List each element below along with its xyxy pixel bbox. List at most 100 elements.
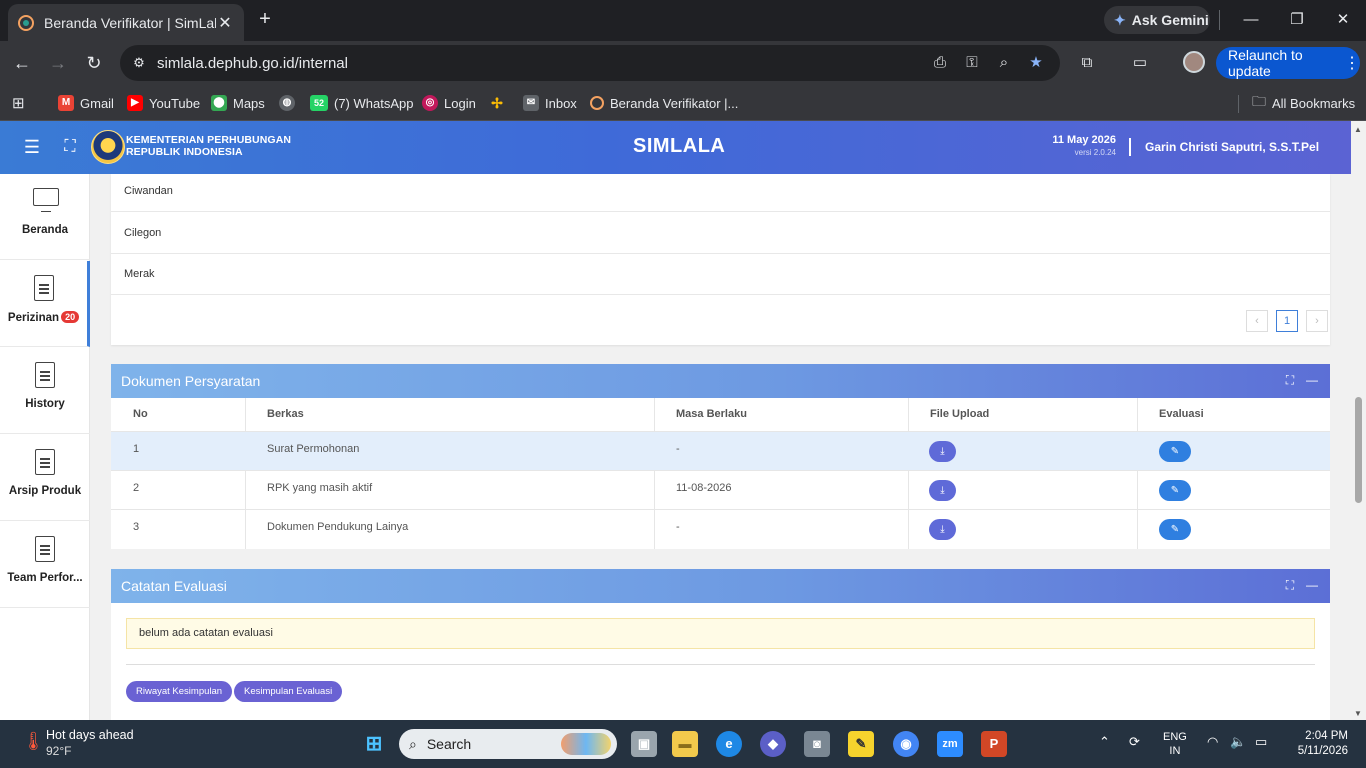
column-header-file-upload: File Upload [930, 408, 990, 420]
new-tab-icon[interactable]: + [254, 8, 276, 30]
hamburger-menu-icon[interactable]: ☰ [22, 137, 42, 157]
fullscreen-icon[interactable]: ⛶ [60, 137, 80, 157]
riwayat-kesimpulan-button[interactable]: Riwayat Kesimpulan [126, 681, 233, 702]
address-url[interactable]: simlala.dephub.go.id/internal [157, 55, 348, 72]
volume-icon[interactable]: 🔈 [1230, 734, 1246, 750]
lang-line2: IN [1169, 745, 1181, 757]
download-button[interactable]: ⤓ [929, 519, 956, 540]
monitor-icon [33, 188, 59, 212]
bookmark-login[interactable]: ◎ Login [422, 93, 476, 113]
close-window-icon[interactable]: ✕ [1328, 8, 1358, 32]
file-explorer-icon[interactable]: ▬ [672, 731, 698, 757]
password-key-icon[interactable]: ⚿ [962, 54, 982, 72]
document-icon [35, 536, 55, 562]
expand-card-icon[interactable]: ⛶ [1283, 578, 1297, 592]
collapse-card-icon[interactable]: — [1305, 373, 1319, 387]
cell-no: 1 [133, 443, 140, 455]
gmail-icon: M [58, 95, 74, 111]
cell-masa-berlaku: 11-08-2026 [676, 482, 732, 494]
user-name[interactable]: Garin Christi Saputri, S.S.T.Pel [1145, 140, 1319, 154]
weather-widget[interactable]: 🌡 Hot days ahead 92°F [22, 728, 134, 758]
wifi-icon[interactable]: ◠ [1207, 734, 1218, 750]
sidebar-item-arsip-produk[interactable]: Arsip Produk [0, 435, 90, 521]
windows-start-icon[interactable]: ⊞ [361, 731, 387, 757]
bookmark-label: Maps [233, 95, 265, 111]
sidebar-item-label: Team Perfor... [7, 572, 83, 584]
evaluasi-edit-button[interactable]: ✎ [1159, 441, 1191, 462]
sidebar-item-beranda[interactable]: Beranda [0, 174, 90, 260]
expand-card-icon[interactable]: ⛶ [1283, 373, 1297, 387]
scrollbar-thumb[interactable] [1355, 397, 1362, 503]
forward-icon[interactable]: → [46, 51, 70, 75]
relaunch-label: Relaunch to update [1228, 47, 1303, 79]
bookmark-beranda[interactable]: Beranda Verifikator |... [590, 93, 738, 113]
app-version: versi 2.0.24 [1074, 148, 1116, 157]
sidebar: Beranda Perizinan 20 History Arsip Produk… [0, 174, 90, 720]
bookmark-youtube[interactable]: ▶ YouTube [127, 93, 200, 113]
tab-search-icon[interactable]: ▭ [1129, 53, 1151, 73]
sync-icon[interactable]: ⟳ [1129, 734, 1140, 750]
back-icon[interactable]: ← [10, 51, 34, 75]
app-icon[interactable]: ◆ [760, 731, 786, 757]
kesimpulan-evaluasi-button[interactable]: Kesimpulan Evaluasi [234, 681, 343, 702]
edge-browser-icon[interactable]: e [716, 731, 742, 757]
relaunch-button[interactable]: Relaunch to update ⋮ [1216, 47, 1360, 79]
sidebar-item-perizinan[interactable]: Perizinan 20 [0, 261, 90, 347]
address-bar[interactable]: ⚙ simlala.dephub.go.id/internal ⎙ ⚿ ⌕ ★ [120, 45, 1060, 81]
browser-tab-active[interactable]: Beranda Verifikator | SimLala ✕ [8, 4, 244, 41]
zoom-app-icon[interactable]: zm [937, 731, 963, 757]
sidebar-item-team-performance[interactable]: Team Perfor... [0, 522, 90, 608]
minimize-icon[interactable]: — [1236, 8, 1266, 32]
column-header-no: No [133, 408, 148, 420]
cell-berkas: Dokumen Pendukung Lainya [267, 521, 409, 533]
ask-gemini-button[interactable]: ✦ Ask Gemini [1104, 6, 1210, 34]
bookmark-star-icon[interactable]: ★ [1026, 54, 1046, 72]
bookmark-inbox[interactable]: ✉ Inbox [523, 93, 577, 113]
task-view-icon[interactable]: ▣ [631, 731, 657, 757]
bookmark-pinwheel[interactable]: ✢ [489, 93, 505, 113]
download-button[interactable]: ⤓ [929, 480, 956, 501]
tab-close-icon[interactable]: ✕ [216, 13, 234, 33]
all-bookmarks[interactable]: 🗀 All Bookmarks [1252, 93, 1355, 113]
bookmark-gmail[interactable]: M Gmail [58, 93, 114, 113]
cell-no: 3 [133, 521, 140, 533]
zoom-icon[interactable]: ⌕ [994, 54, 1014, 72]
pagination-prev[interactable]: ‹ [1246, 310, 1268, 332]
evaluasi-edit-button[interactable]: ✎ [1159, 480, 1191, 501]
pagination-page[interactable]: 1 [1276, 310, 1298, 332]
scroll-up-icon[interactable]: ▲ [1354, 125, 1362, 134]
profile-avatar[interactable] [1183, 51, 1205, 73]
download-button[interactable]: ⤓ [929, 441, 956, 462]
chevron-up-icon[interactable]: ⌃ [1099, 734, 1110, 750]
install-app-icon[interactable]: ⎙ [930, 54, 950, 72]
extensions-icon[interactable]: ⧉ [1076, 53, 1098, 73]
restore-icon[interactable]: ❐ [1282, 8, 1312, 32]
scroll-down-icon[interactable]: ▼ [1354, 709, 1362, 718]
cell-berkas: Surat Permohonan [267, 443, 360, 455]
language-indicator[interactable]: ENG IN [1163, 730, 1187, 758]
collapse-card-icon[interactable]: — [1305, 578, 1319, 592]
battery-icon[interactable]: ▭ [1255, 734, 1267, 750]
sticky-notes-icon[interactable]: ✎ [848, 731, 874, 757]
page-scrollbar[interactable]: ▲ ▼ [1351, 121, 1366, 720]
bookmark-whatsapp[interactable]: 52 (7) WhatsApp [310, 93, 413, 113]
camera-icon[interactable]: ◙ [804, 731, 830, 757]
taskbar-clock[interactable]: 2:04 PM 5/11/2026 [1292, 729, 1348, 759]
evaluasi-edit-button[interactable]: ✎ [1159, 519, 1191, 540]
app-header: ☰ ⛶ KEMENTERIAN PERHUBUNGAN REPUBLIK IND… [0, 121, 1351, 174]
pagination-next[interactable]: › [1306, 310, 1328, 332]
powerpoint-icon[interactable]: P [981, 731, 1007, 757]
sidebar-item-history[interactable]: History [0, 348, 90, 434]
org-name-line2: REPUBLIK INDONESIA [126, 146, 243, 158]
bookmark-maps[interactable]: ⬤ Maps [211, 93, 265, 113]
ask-gemini-label: Ask Gemini [1131, 12, 1209, 28]
folder-icon: 🗀 [1252, 93, 1266, 109]
login-icon: ◎ [422, 95, 438, 111]
site-info-icon[interactable]: ⚙ [130, 54, 148, 72]
taskbar-search[interactable]: ⌕ Search [399, 729, 617, 759]
bookmark-globe[interactable]: ◍ [279, 93, 295, 113]
tab-title: Beranda Verifikator | SimLala [44, 14, 216, 31]
apps-grid-icon[interactable]: ⊞ [12, 93, 25, 113]
chrome-icon[interactable]: ◉ [893, 731, 919, 757]
reload-icon[interactable]: ↻ [82, 51, 106, 75]
